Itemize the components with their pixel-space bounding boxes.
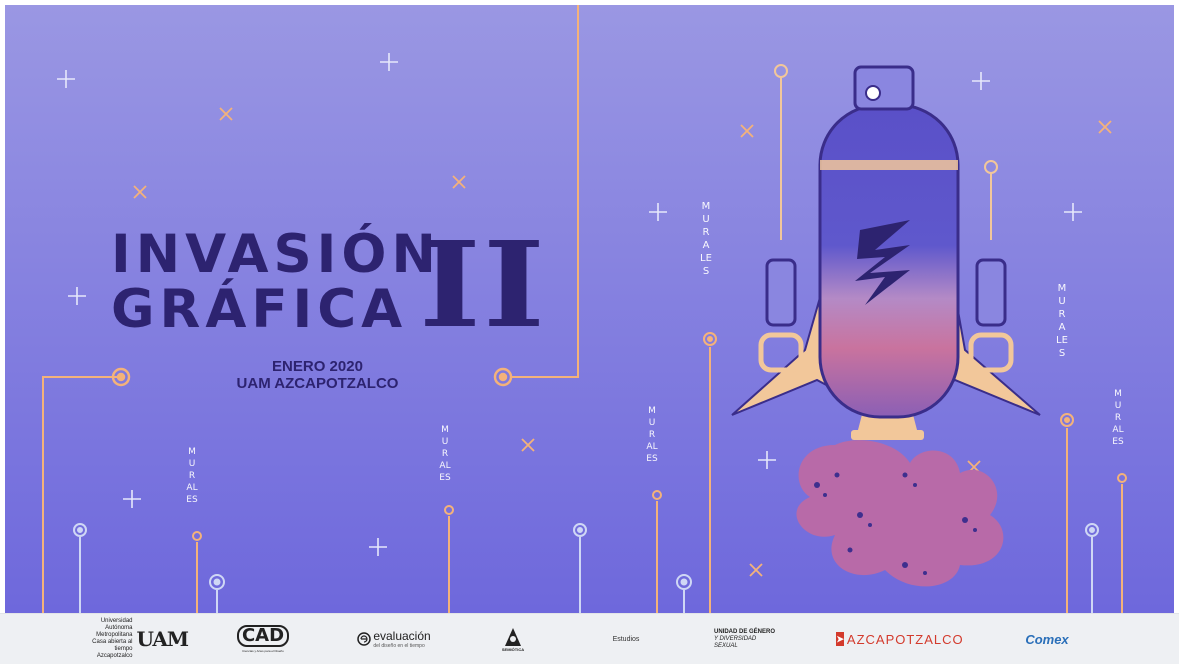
title-line-2: GRÁFICA xyxy=(111,279,408,340)
rocket-tank-band xyxy=(820,160,958,170)
uam-text: Autónoma xyxy=(105,625,133,631)
uam-text: Universidad xyxy=(100,618,133,624)
murales-label: MURALES xyxy=(646,406,658,464)
cad-subtitle: Ciencias y Artes para el Diseño xyxy=(242,649,284,653)
semiotica-icon xyxy=(505,627,521,646)
murales-label: MURALES xyxy=(700,201,712,277)
genero-logo: UNIDAD DE GÉNERO Y DIVERSIDAD SEXUAL xyxy=(714,622,780,656)
event-place: UAM AZCAPOTZALCO xyxy=(236,375,399,392)
event-date: ENERO 2020 xyxy=(272,358,363,375)
estudios-logo: Estudios xyxy=(604,622,648,656)
evaluacion-icon xyxy=(357,632,372,646)
genero-line-1: UNIDAD DE GÉNERO xyxy=(714,628,776,635)
comex-logo: Comex xyxy=(1022,622,1072,656)
title-line-1: INVASIÓN xyxy=(111,224,441,285)
estudios-text: Estudios xyxy=(612,635,640,643)
evaluacion-text: evaluación xyxy=(373,629,431,643)
cad-logo: CAD Ciencias y Artes para el Diseño xyxy=(236,622,290,656)
azcapotzalco-logo: ➤ AZCAPOTZALCO xyxy=(836,622,963,656)
murales-label: MURALES xyxy=(1112,389,1124,447)
event-poster: MURALES MURALES MURALES MURALES MURALES … xyxy=(0,0,1179,664)
title-roman-numeral: II xyxy=(419,215,548,354)
comex-text: Comex xyxy=(1025,631,1069,647)
semiotica-text: SEMIÓTICA xyxy=(501,646,525,652)
rocket-tank xyxy=(818,103,960,419)
uam-logo: Universidad Autónoma Metropolitana Casa … xyxy=(88,618,189,659)
azcapotzalco-icon: ➤ xyxy=(836,632,844,646)
genero-line-2: Y DIVERSIDAD SEXUAL xyxy=(714,635,757,649)
uam-text: Metropolitana xyxy=(96,632,133,638)
murales-label: MURALES xyxy=(186,447,198,505)
rocket-nozzle-ring xyxy=(851,430,924,440)
evaluacion-subtitle: del diseño en el tiempo xyxy=(373,643,425,649)
azcapotzalco-text: AZCAPOTZALCO xyxy=(846,631,964,647)
cad-mark: CAD xyxy=(236,625,290,647)
rocket-cap xyxy=(853,65,915,111)
semiotica-logo: SEMIÓTICA xyxy=(496,622,530,656)
uam-mark: UAM xyxy=(136,627,189,651)
uam-text: Casa abierta al tiempo Azcapotzalco xyxy=(92,639,133,659)
rocket-cap-eye xyxy=(865,85,881,101)
murales-label: MURALES xyxy=(439,425,451,483)
murales-label: MURALES xyxy=(1056,283,1068,359)
evaluacion-logo: evaluación del diseño en el tiempo xyxy=(356,622,432,656)
